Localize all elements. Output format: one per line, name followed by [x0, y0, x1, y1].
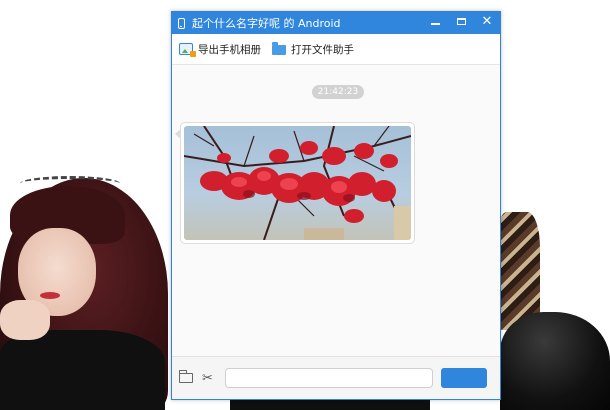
close-button[interactable]: ✕: [474, 12, 500, 30]
image-message-bubble[interactable]: [175, 122, 415, 244]
window-controls: ✕: [422, 12, 500, 34]
scissors-icon[interactable]: ✂: [202, 371, 213, 386]
minimize-button[interactable]: [422, 12, 448, 30]
flower-photo-graphic: [184, 126, 411, 240]
export-album-label: 导出手机相册: [198, 43, 261, 56]
input-bar: ✂: [172, 356, 500, 399]
export-album-button[interactable]: 导出手机相册: [179, 42, 261, 57]
toolbar: 导出手机相册 打开文件助手: [172, 34, 500, 65]
wallpaper-hand: [0, 300, 50, 340]
window-title: 起个什么名字好呢 的 Android: [192, 17, 341, 30]
wallpaper-headband: [20, 176, 120, 191]
open-file-assistant-label: 打开文件助手: [291, 43, 354, 56]
maximize-icon: [456, 17, 466, 25]
title-bar[interactable]: 起个什么名字好呢 的 Android ✕: [172, 12, 500, 34]
wallpaper-body: [0, 330, 165, 410]
timestamp-badge: 21:42:23: [312, 85, 364, 99]
folder-icon: [272, 42, 286, 55]
chat-area[interactable]: 21:42:23: [172, 65, 500, 358]
send-button[interactable]: [440, 368, 487, 388]
minimize-icon: [430, 23, 440, 25]
flower-photo[interactable]: [184, 126, 411, 240]
message-input[interactable]: [224, 368, 433, 388]
wallpaper-legs: [500, 312, 610, 410]
phone-icon: [178, 17, 185, 29]
maximize-button[interactable]: [448, 12, 474, 30]
open-file-assistant-button[interactable]: 打开文件助手: [272, 42, 354, 57]
export-album-icon: [179, 43, 196, 57]
send-file-folder-icon[interactable]: [178, 370, 193, 383]
wallpaper-lips: [40, 292, 60, 299]
chat-window: 起个什么名字好呢 的 Android ✕ 导出手机相册 打开文件助手 21:42…: [171, 11, 501, 400]
close-icon: ✕: [481, 13, 493, 29]
